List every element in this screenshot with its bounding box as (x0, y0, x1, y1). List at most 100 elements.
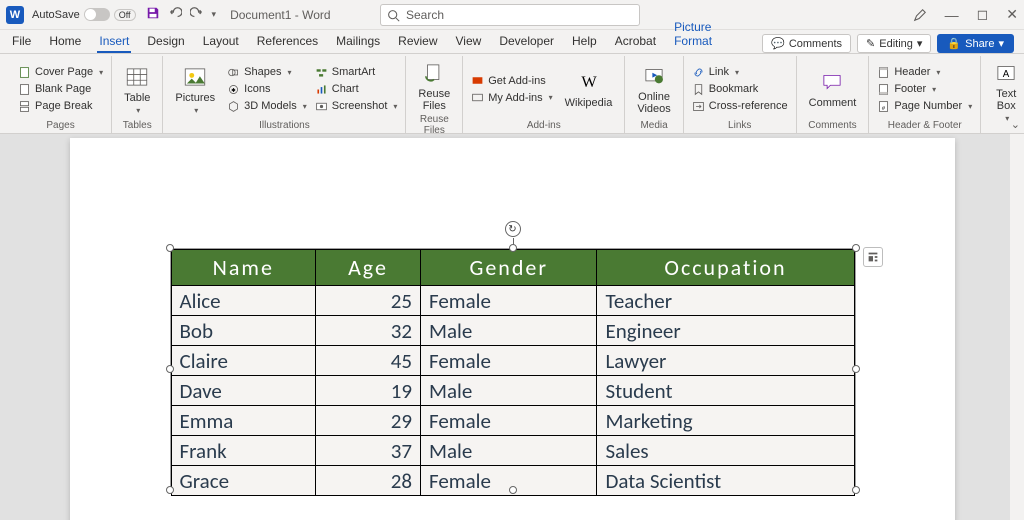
blank-page-label: Blank Page (35, 83, 91, 95)
chart-button[interactable]: Chart (313, 82, 400, 97)
page-break-button[interactable]: Page Break (16, 99, 105, 114)
tab-view[interactable]: View (454, 31, 484, 53)
chart-label: Chart (332, 83, 359, 95)
link-button[interactable]: Link (690, 65, 790, 80)
search-icon (387, 9, 400, 22)
wikipedia-button[interactable]: W Wikipedia (559, 58, 619, 120)
tab-mailings[interactable]: Mailings (334, 31, 382, 53)
ribbon-tabs: File Home Insert Design Layout Reference… (0, 30, 1024, 54)
layout-options-icon[interactable] (863, 247, 883, 267)
cell: Female (421, 286, 597, 316)
col-name: Name (171, 250, 316, 286)
shapes-label: Shapes (244, 66, 281, 78)
comment-label: Comment (809, 97, 857, 109)
text-box-label: Text Box (996, 88, 1016, 112)
page[interactable]: ↻ Name Age Gender Occupation Alice25F (70, 138, 955, 520)
tab-design[interactable]: Design (145, 31, 186, 53)
maximize-button[interactable]: ◻ (977, 6, 989, 23)
tab-help[interactable]: Help (570, 31, 599, 53)
rotate-handle-icon[interactable]: ↻ (505, 221, 521, 237)
tables-group-label: Tables (118, 120, 156, 133)
cell: Lawyer (597, 346, 854, 376)
resize-handle-nw[interactable] (166, 244, 174, 252)
cover-page-button[interactable]: Cover Page (16, 65, 105, 80)
cell: 19 (316, 376, 421, 406)
header-button[interactable]: Header (875, 65, 974, 80)
group-links: Link Bookmark Cross-reference Links (684, 56, 797, 133)
text-box-button[interactable]: A Text Box (987, 58, 1024, 125)
bookmark-button[interactable]: Bookmark (690, 82, 790, 97)
blank-page-button[interactable]: Blank Page (16, 82, 105, 97)
group-header-footer: Header Footer #Page Number Header & Foot… (869, 56, 981, 133)
group-addins: Get Add-ins My Add-ins W Wikipedia Add-i… (463, 56, 625, 133)
footer-button[interactable]: Footer (875, 82, 974, 97)
table-row: Emma29FemaleMarketing (171, 406, 854, 436)
comments-button[interactable]: 💬 Comments (762, 34, 851, 53)
get-addins-button[interactable]: Get Add-ins (469, 73, 554, 88)
tab-acrobat[interactable]: Acrobat (613, 31, 658, 53)
tab-references[interactable]: References (255, 31, 320, 53)
minimize-button[interactable]: — (945, 7, 959, 23)
cross-reference-button[interactable]: Cross-reference (690, 99, 790, 114)
document-title: Document1 - Word (230, 8, 330, 22)
undo-icon[interactable] (168, 6, 182, 23)
share-button[interactable]: 🔒 Share ▾ (937, 34, 1014, 53)
my-addins-button[interactable]: My Add-ins (469, 90, 554, 105)
table-button[interactable]: Table (118, 58, 156, 120)
cell: Data Scientist (597, 466, 854, 496)
group-reuse-files: Reuse Files Reuse Files (406, 56, 463, 133)
comment-button[interactable]: Comment (803, 58, 863, 120)
close-button[interactable]: ✕ (1006, 6, 1018, 23)
document-canvas[interactable]: ↻ Name Age Gender Occupation Alice25F (0, 134, 1024, 520)
resize-handle-n[interactable] (509, 244, 517, 252)
autosave-state: Off (114, 9, 136, 21)
online-videos-button[interactable]: Online Videos (631, 58, 676, 120)
vertical-scrollbar[interactable] (1010, 134, 1024, 520)
tab-insert[interactable]: Insert (97, 31, 131, 53)
icons-button[interactable]: ✱Icons (225, 82, 309, 97)
resize-handle-se[interactable] (852, 486, 860, 494)
col-age: Age (316, 250, 421, 286)
collapse-ribbon-icon[interactable]: ⌄ (1011, 118, 1020, 131)
cell: Bob (171, 316, 316, 346)
resize-handle-sw[interactable] (166, 486, 174, 494)
selected-picture-frame[interactable]: ↻ Name Age Gender Occupation Alice25F (170, 248, 856, 490)
resize-handle-ne[interactable] (852, 244, 860, 252)
table-row: Alice25FemaleTeacher (171, 286, 854, 316)
save-icon[interactable] (146, 6, 160, 23)
online-videos-label: Online Videos (637, 91, 670, 115)
pen-icon[interactable] (913, 8, 927, 22)
3d-models-button[interactable]: 3D Models (225, 99, 309, 114)
tab-file[interactable]: File (10, 31, 33, 53)
screenshot-button[interactable]: Screenshot (313, 99, 400, 114)
tab-home[interactable]: Home (47, 31, 83, 53)
page-break-label: Page Break (35, 100, 92, 112)
qat-dropdown-icon[interactable]: ▾ (212, 9, 217, 20)
reuse-files-label: Reuse Files (418, 88, 450, 112)
table-row: Frank37MaleSales (171, 436, 854, 466)
tab-layout[interactable]: Layout (201, 31, 241, 53)
autosave-toggle[interactable]: AutoSave Off (32, 8, 136, 21)
reuse-files-button[interactable]: Reuse Files (412, 58, 456, 114)
toggle-off-icon[interactable] (84, 8, 110, 21)
redo-icon[interactable] (190, 6, 204, 23)
resize-handle-s[interactable] (509, 486, 517, 494)
col-gender: Gender (421, 250, 597, 286)
group-comments: Comment Comments (797, 56, 870, 133)
tab-review[interactable]: Review (396, 31, 439, 53)
footer-label: Footer (894, 83, 926, 95)
resize-handle-w[interactable] (166, 365, 174, 373)
search-input[interactable]: Search (380, 4, 640, 26)
pictures-button[interactable]: Pictures (169, 58, 221, 120)
resize-handle-e[interactable] (852, 365, 860, 373)
editing-mode-button[interactable]: ✎ Editing ▾ (857, 34, 931, 53)
smartart-button[interactable]: SmartArt (313, 65, 400, 80)
cell: Sales (597, 436, 854, 466)
tab-picture-format[interactable]: Picture Format (672, 17, 748, 53)
links-group-label: Links (690, 120, 790, 133)
page-number-button[interactable]: #Page Number (875, 99, 974, 114)
group-tables: Table Tables (112, 56, 163, 133)
cell: 45 (316, 346, 421, 376)
shapes-button[interactable]: Shapes (225, 65, 309, 80)
tab-developer[interactable]: Developer (497, 31, 556, 53)
